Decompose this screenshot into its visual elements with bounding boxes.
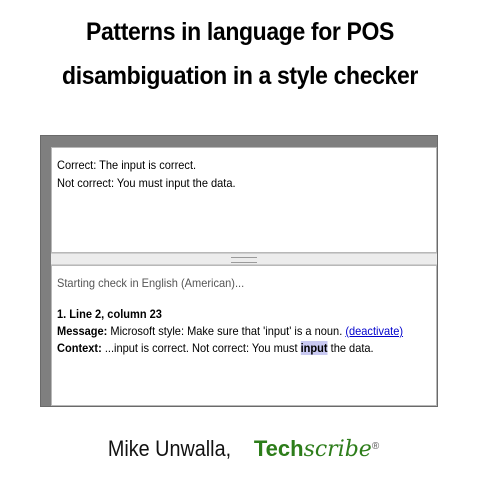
deactivate-link[interactable]: (deactivate): [345, 324, 403, 338]
result-message: Message: Microsoft style: Make sure that…: [57, 323, 406, 340]
editor-line-2: Not correct: You must input the data.: [57, 176, 236, 190]
slide-title: Patterns in language for POS disambiguat…: [19, 10, 461, 98]
editor-pane[interactable]: Correct: The input is correct. Not corre…: [51, 147, 437, 253]
result-context: Context: ...input is correct. Not correc…: [57, 340, 406, 357]
registered-mark: ®: [371, 441, 380, 452]
results-pane: Starting check in English (American)... …: [51, 265, 437, 406]
context-label: Context:: [57, 341, 102, 355]
techscribe-logo: Techscribe®: [254, 433, 379, 466]
context-before: ...input is correct. Not correct: You mu…: [101, 341, 301, 355]
message-text: Microsoft style: Make sure that 'input' …: [107, 324, 346, 338]
style-checker-window: Correct: The input is correct. Not corre…: [40, 135, 438, 407]
author-name: Mike Unwalla,: [107, 436, 231, 461]
footer: Mike Unwalla, Techscribe®: [0, 433, 480, 466]
result-item-heading: 1. Line 2, column 23: [57, 307, 162, 321]
context-highlight: input: [300, 341, 328, 355]
slide: { "title": { "line1": "Patterns in langu…: [0, 0, 480, 480]
status-text: Starting check in English (American)...: [57, 276, 245, 290]
context-after: the data.: [327, 341, 374, 355]
message-label: Message:: [57, 324, 108, 338]
splitter-grip-icon[interactable]: [231, 257, 257, 263]
brand-prefix: Tech: [253, 436, 304, 461]
slide-title-line-2: disambiguation in a style checker: [62, 62, 418, 90]
brand-suffix: scribe: [303, 437, 372, 462]
pane-splitter[interactable]: [51, 253, 437, 265]
slide-title-line-1: Patterns in language for POS: [86, 18, 394, 46]
editor-line-1: Correct: The input is correct.: [57, 158, 197, 172]
